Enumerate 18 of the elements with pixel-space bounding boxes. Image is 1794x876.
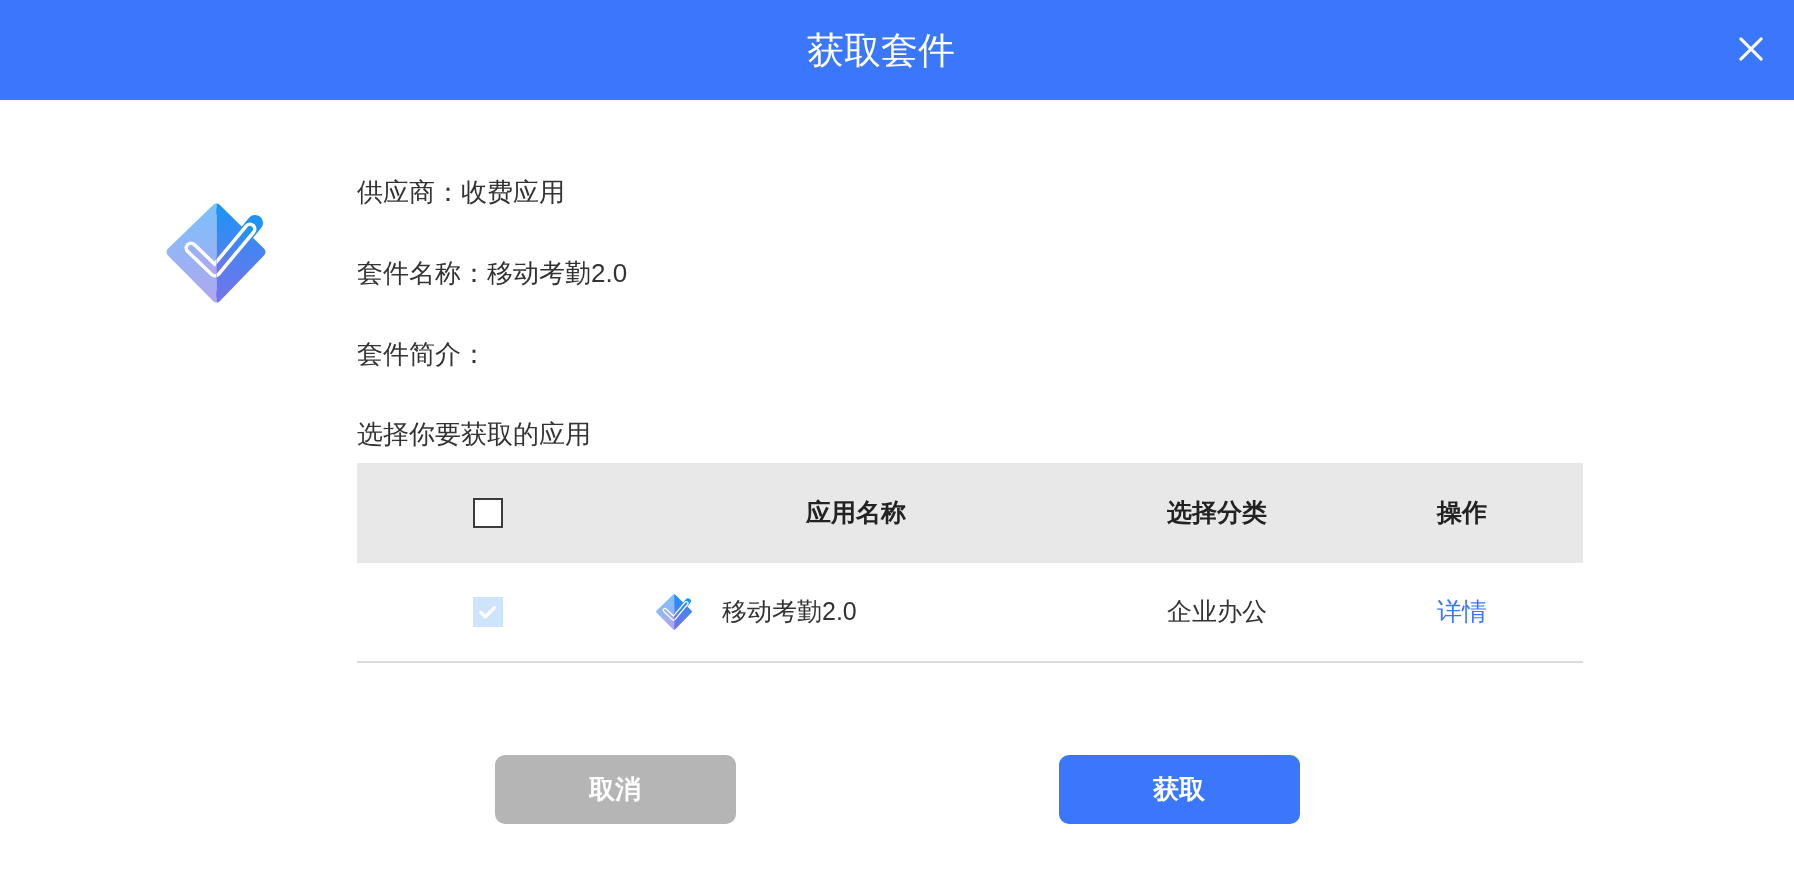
info-text: 供应商：收费应用 — [357, 176, 565, 209]
get-button[interactable]: 获取 — [1058, 755, 1300, 824]
checkbox[interactable] — [472, 498, 503, 528]
info-text: 套件名称：移动考勤2.0 — [357, 257, 628, 290]
column-header: 操作 — [1436, 497, 1487, 529]
section-prompt: 选择你要获取的应用 — [357, 417, 591, 451]
check-icon — [479, 605, 496, 619]
column-header: 选择分类 — [1167, 497, 1267, 529]
info-text: 套件简介： — [357, 338, 487, 371]
column-header: 应用名称 — [806, 497, 906, 529]
close-button[interactable] — [1738, 36, 1764, 62]
app-category: 企业办公 — [1167, 596, 1267, 628]
dialog-title: 获取套件 — [807, 31, 955, 69]
cancel-button[interactable]: 取消 — [494, 755, 736, 824]
app-name: 移动考勤2.0 — [722, 596, 857, 628]
close-icon — [1739, 37, 1763, 61]
app-logo-icon — [656, 594, 692, 630]
app-logo-icon — [166, 203, 266, 303]
